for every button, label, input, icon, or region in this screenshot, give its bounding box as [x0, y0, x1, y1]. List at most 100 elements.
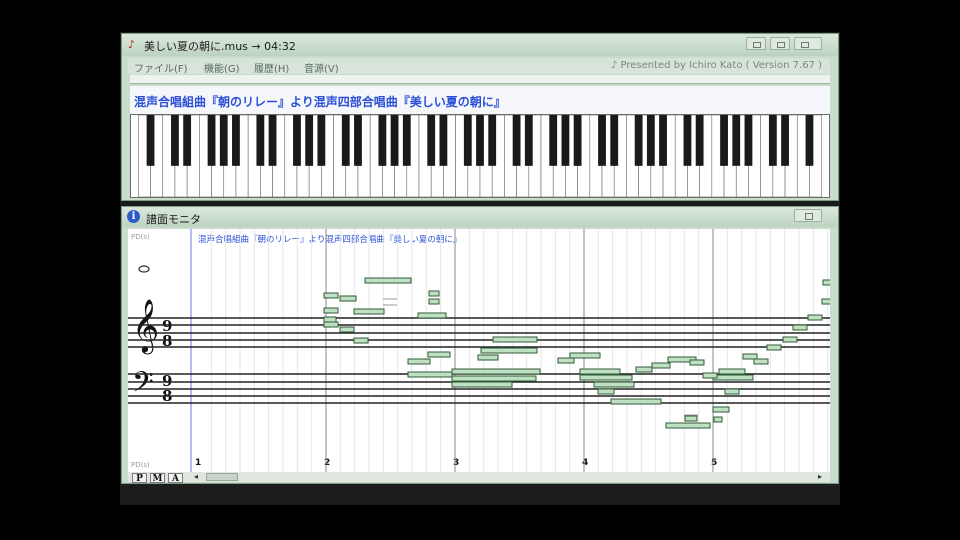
note-bar	[417, 312, 447, 319]
note-bar	[492, 336, 538, 343]
song-title: 混声合唱組曲『朝のリレー』より混声四部合唱曲『美しい夏の朝に』	[134, 95, 506, 109]
black-key	[524, 115, 533, 166]
note-bar	[597, 388, 615, 395]
score-title: 混声合唱組曲『朝のリレー』より混声四部合唱曲『美しい夏の朝に』	[198, 234, 461, 245]
note-bar	[689, 359, 705, 366]
note-bar	[477, 354, 499, 361]
main-window: ♪ 美しい夏の朝に.mus → 04:32 ファイル(F) 機能(G) 履歴(H…	[121, 33, 839, 201]
note-bar	[579, 368, 621, 375]
info-icon: i	[127, 210, 140, 223]
black-key	[183, 115, 192, 166]
black-key	[683, 115, 692, 166]
black-key	[768, 115, 777, 166]
black-key	[354, 115, 362, 166]
black-key	[390, 115, 399, 166]
note-bar	[702, 372, 718, 379]
note-bar	[427, 351, 451, 358]
black-key	[598, 115, 606, 166]
black-key	[317, 115, 326, 166]
music-note-icon: ♪	[128, 38, 136, 51]
top-left-label: PD(s)	[131, 233, 150, 241]
score-scrollbar[interactable]: P M A ◂ ▸	[128, 472, 830, 484]
black-key	[232, 115, 240, 166]
score-monitor-window: i 譜面モニタ PD(s) PD(s) 混声合唱組曲『朝のリレー』より混声四部合…	[121, 206, 839, 484]
black-key	[695, 115, 704, 166]
track-button-p[interactable]: P	[132, 473, 147, 484]
scroll-right-icon[interactable]: ▸	[818, 472, 822, 481]
measure-number-2: 2	[324, 458, 330, 468]
black-key	[720, 115, 728, 166]
black-key	[219, 115, 228, 166]
note-bar	[593, 381, 635, 388]
black-key	[207, 115, 216, 166]
black-key	[781, 115, 789, 166]
scroll-left-icon[interactable]: ◂	[194, 472, 198, 481]
treble-clef-icon: 𝄞	[132, 298, 159, 354]
presented-by-text: ♪ Presented by Ichiro Kato ( Version 7.6…	[610, 60, 822, 71]
black-key	[463, 115, 472, 166]
bass-clef-icon: 𝄢	[132, 366, 154, 406]
menu-bar: ファイル(F) 機能(G) 履歴(H) 音源(V) ♪ Presented by…	[128, 58, 830, 75]
note-bar	[407, 371, 453, 378]
black-key	[634, 115, 643, 166]
black-key	[341, 115, 350, 166]
note-bar	[428, 290, 440, 297]
note-bar	[451, 381, 513, 388]
black-key	[476, 115, 484, 166]
note-bar	[665, 422, 711, 429]
black-key	[549, 115, 558, 166]
bottom-left-label: PD(s)	[131, 461, 150, 469]
menu-file[interactable]: ファイル(F)	[134, 60, 188, 75]
note-bar	[407, 358, 431, 365]
minimize-button[interactable]	[746, 37, 766, 50]
note-bar	[451, 368, 541, 375]
note-bar	[610, 398, 662, 405]
main-titlebar[interactable]: ♪ 美しい夏の朝に.mus → 04:32	[122, 34, 838, 56]
black-key	[646, 115, 655, 166]
score-view[interactable]: PD(s) PD(s) 混声合唱組曲『朝のリレー』より混声四部合唱曲『美しい夏の…	[128, 229, 830, 472]
black-key	[256, 115, 265, 166]
note-bar	[323, 316, 337, 323]
measure-number-4: 4	[582, 458, 588, 468]
song-title-bar: 混声合唱組曲『朝のリレー』より混声四部合唱曲『美しい夏の朝に』	[130, 86, 830, 114]
note-bar	[323, 321, 339, 328]
black-key	[561, 115, 570, 166]
piano-keyboard[interactable]	[130, 114, 830, 198]
note-bar	[822, 279, 830, 286]
note-bar	[782, 336, 798, 343]
black-key	[305, 115, 314, 166]
black-key	[378, 115, 387, 166]
note-bar	[792, 324, 808, 331]
letterbox-top	[120, 0, 840, 32]
whole-note-icon	[138, 265, 150, 273]
black-key	[488, 115, 497, 166]
scroll-thumb[interactable]	[206, 473, 238, 481]
letterbox-bottom	[120, 505, 840, 540]
track-button-a[interactable]: A	[168, 473, 183, 484]
black-key	[512, 115, 521, 166]
measure-number-3: 3	[453, 458, 459, 468]
note-bar	[713, 416, 723, 423]
monitor-restore-button[interactable]	[794, 209, 822, 222]
black-key	[744, 115, 753, 166]
black-key	[573, 115, 582, 166]
menu-function[interactable]: 機能(G)	[204, 60, 240, 75]
note-bar	[821, 298, 830, 305]
menu-sound[interactable]: 音源(V)	[304, 60, 339, 75]
note-bar	[712, 406, 730, 413]
black-key	[171, 115, 179, 166]
track-button-m[interactable]: M	[150, 473, 165, 484]
restore-button[interactable]	[794, 37, 822, 50]
black-key	[402, 115, 411, 166]
note-bar	[807, 314, 823, 321]
monitor-titlebar[interactable]: i 譜面モニタ	[122, 207, 838, 227]
menu-history[interactable]: 履歴(H)	[254, 60, 289, 75]
black-key	[610, 115, 619, 166]
note-bar	[353, 308, 385, 315]
black-key	[427, 115, 436, 166]
note-bar	[353, 337, 369, 344]
note-bar	[451, 375, 537, 382]
note-bar	[339, 326, 355, 333]
position-ruler[interactable]	[130, 75, 830, 84]
maximize-button[interactable]	[770, 37, 790, 50]
